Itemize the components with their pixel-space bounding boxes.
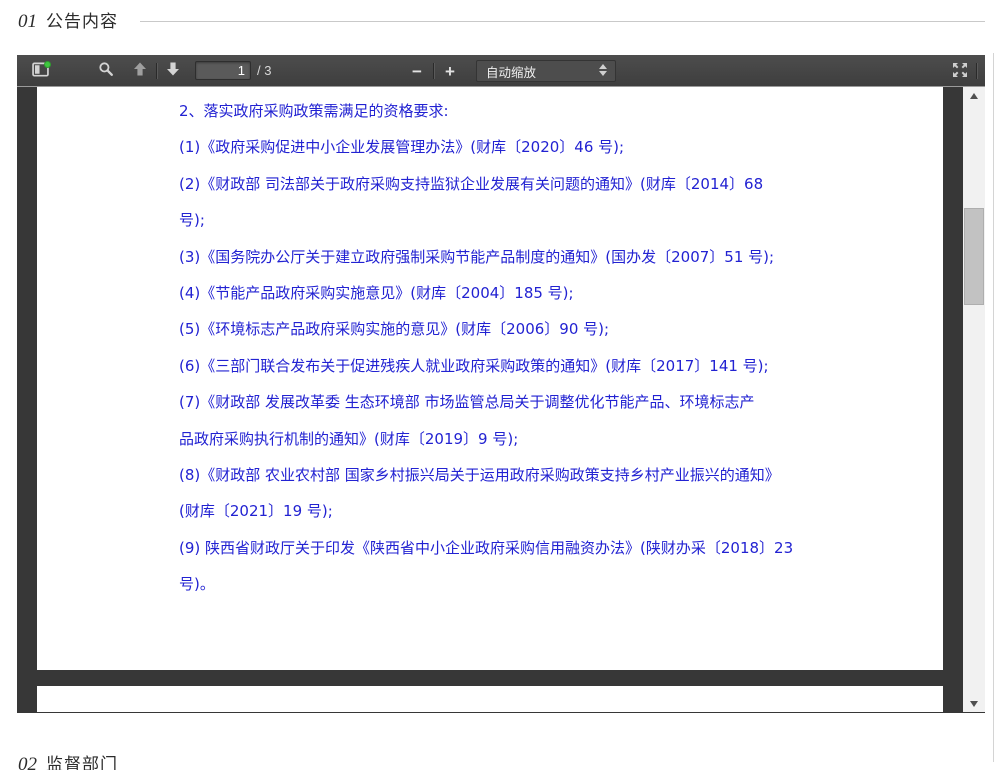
document-line: (7)《财政部 发展改革委 生态环境部 市场监管总局关于调整优化节能产品、环境标… xyxy=(179,384,943,420)
document-line: 2、落实政府采购政策需满足的资格要求: xyxy=(179,93,943,129)
fullscreen-icon xyxy=(952,62,968,81)
scrollbar-thumb[interactable] xyxy=(964,208,984,305)
document-line: (4)《节能产品政府采购实施意见》(财库〔2004〕185 号); xyxy=(179,275,943,311)
triangle-up-icon xyxy=(970,93,978,99)
document-line: (9) 陕西省财政厅关于印发《陕西省中小企业政府采购信用融资办法》(陕财办采〔2… xyxy=(179,530,943,566)
pdf-toolbar: / 3 − + 自动缩放 xyxy=(17,55,985,87)
zoom-out-button[interactable]: − xyxy=(403,58,431,84)
section-heading-announcement: 01 公告内容 xyxy=(18,7,118,33)
section-divider-line xyxy=(140,21,985,22)
arrow-up-icon xyxy=(132,61,148,80)
section-title: 监督部门 xyxy=(46,750,118,770)
document-line: (5)《环境标志产品政府采购实施的意见》(财库〔2006〕90 号); xyxy=(179,311,943,347)
zoom-in-button[interactable]: + xyxy=(436,58,464,84)
arrow-down-icon xyxy=(165,61,181,80)
section-title: 公告内容 xyxy=(46,7,118,32)
document-line: (3)《国务院办公厅关于建立政府强制采购节能产品制度的通知》(国办发〔2007〕… xyxy=(179,239,943,275)
zoom-mode-select[interactable]: 自动缩放 xyxy=(476,60,616,82)
zoom-mode-value: 自动缩放 xyxy=(477,62,536,81)
document-line: 号); xyxy=(179,202,943,238)
document-line: (6)《三部门联合发布关于促进残疾人就业政府采购政策的通知》(财库〔2017〕1… xyxy=(179,348,943,384)
section-number: 01 xyxy=(18,11,37,33)
section-heading-supervision: 02 监督部门 xyxy=(18,750,118,770)
scrollbar-up-arrow[interactable] xyxy=(963,87,985,104)
triangle-down-icon xyxy=(970,701,978,707)
pdf-viewer: / 3 − + 自动缩放 xyxy=(17,55,985,713)
toolbar-separator xyxy=(433,63,434,79)
document-line: (8)《财政部 农业农村部 国家乡村振兴局关于运用政府采购政策支持乡村产业振兴的… xyxy=(179,457,943,493)
toolbar-separator xyxy=(976,63,977,79)
page-number-input[interactable] xyxy=(195,61,251,80)
presentation-mode-button[interactable] xyxy=(946,58,974,84)
document-line: (财库〔2021〕19 号); xyxy=(179,493,943,529)
document-line: (1)《政府采购促进中小企业发展管理办法》(财库〔2020〕46 号); xyxy=(179,129,943,165)
pdf-viewer-canvas-area: 2、落实政府采购政策需满足的资格要求:(1)《政府采购促进中小企业发展管理办法》… xyxy=(17,87,985,712)
document-line: 号)。 xyxy=(179,566,943,602)
next-page-button[interactable] xyxy=(159,58,187,84)
content-right-border xyxy=(993,53,994,762)
plus-icon: + xyxy=(445,63,455,80)
chevron-up-down-icon xyxy=(599,64,607,76)
search-icon xyxy=(98,61,114,80)
page-count-label: / 3 xyxy=(257,63,271,78)
notification-dot-icon xyxy=(44,61,51,68)
previous-page-button[interactable] xyxy=(126,58,154,84)
pdf-page-2-top-edge xyxy=(37,686,943,712)
minus-icon: − xyxy=(412,63,422,80)
vertical-scrollbar[interactable] xyxy=(963,87,985,712)
toolbar-separator xyxy=(156,63,157,79)
sidebar-toggle-button[interactable] xyxy=(26,58,54,84)
document-line: 品政府采购执行机制的通知》(财库〔2019〕9 号); xyxy=(179,421,943,457)
search-button[interactable] xyxy=(92,58,120,84)
document-line: (2)《财政部 司法部关于政府采购支持监狱企业发展有关问题的通知》(财库〔201… xyxy=(179,166,943,202)
section-number: 02 xyxy=(18,754,37,770)
document-text-block: 2、落实政府采购政策需满足的资格要求:(1)《政府采购促进中小企业发展管理办法》… xyxy=(37,87,943,603)
pdf-page-1: 2、落实政府采购政策需满足的资格要求:(1)《政府采购促进中小企业发展管理办法》… xyxy=(37,87,943,670)
scrollbar-down-arrow[interactable] xyxy=(963,695,985,712)
